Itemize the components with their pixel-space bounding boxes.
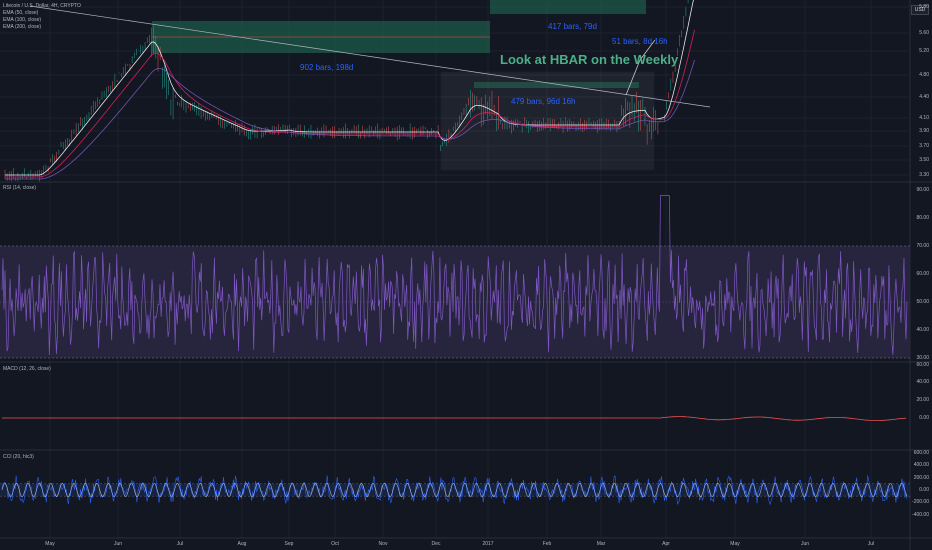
rsi-legend: RSI (14, close) bbox=[3, 185, 37, 191]
annotation-417-bars: 417 bars, 79d bbox=[548, 22, 597, 31]
price-tick-label: 3.30 bbox=[919, 172, 929, 178]
ema200-label: EMA (200, close) bbox=[3, 24, 42, 30]
x-tick-label: Jun bbox=[113, 541, 123, 547]
price-tick-label: 4.80 bbox=[919, 72, 929, 78]
cci-tick-label: 0.00 bbox=[919, 487, 929, 493]
price-tick-label: 5.20 bbox=[919, 48, 929, 54]
cci-tick-label: -400.00 bbox=[912, 511, 929, 518]
x-tick-label: Apr bbox=[662, 541, 670, 547]
macd-tick-label: 40.00 bbox=[916, 379, 929, 385]
cci-tick-label: 600.00 bbox=[913, 450, 929, 456]
cci-tick-label: 400.00 bbox=[913, 462, 929, 469]
rsi-tick-label: 70.00 bbox=[916, 243, 929, 249]
price-tick-label: 3.90 bbox=[919, 128, 929, 134]
price-legend: Litecoin / U.S. Dollar, 4H, CRYPTO EMA (… bbox=[3, 3, 81, 31]
x-tick-label: Mar bbox=[596, 541, 606, 547]
rsi-tick-label: 60.00 bbox=[916, 271, 929, 277]
x-tick-label: Sep bbox=[284, 541, 294, 547]
macd-tick-label: 60.00 bbox=[916, 362, 929, 368]
annotation-479-bars: 479 bars, 96d 16h bbox=[511, 97, 576, 106]
x-tick-label: Jun bbox=[800, 541, 810, 547]
rsi-tick-label: 40.00 bbox=[916, 327, 929, 333]
price-tick-label: 5.60 bbox=[919, 30, 929, 36]
macd-legend: MACD (12, 26, close) bbox=[3, 366, 51, 372]
x-tick-label: Oct bbox=[331, 541, 339, 547]
trading-chart[interactable] bbox=[0, 0, 932, 550]
x-tick-label: Jul bbox=[867, 541, 875, 547]
annotation-51-bars: 51 bars, 8d 16h bbox=[612, 37, 668, 46]
rsi-tick-label: 50.00 bbox=[916, 299, 929, 305]
range-box bbox=[440, 71, 655, 171]
symbol-title: Litecoin / U.S. Dollar, 4H, CRYPTO bbox=[3, 3, 81, 9]
macd-tick-label: 20.00 bbox=[916, 397, 929, 403]
rsi-tick-label: 30.00 bbox=[916, 355, 929, 361]
cci-tick-label: 200.00 bbox=[913, 474, 929, 481]
price-tick-label: 4.10 bbox=[919, 115, 929, 121]
x-tick-label: Feb bbox=[542, 541, 552, 547]
price-tick-label: 3.70 bbox=[919, 143, 929, 149]
macd-tick-label: 0.00 bbox=[919, 415, 929, 421]
price-tick-label: 4.40 bbox=[919, 94, 929, 100]
price-tick-label: 5.80 bbox=[919, 4, 929, 10]
annotation-902-bars: 902 bars, 198d bbox=[300, 63, 354, 72]
x-tick-label: May bbox=[45, 541, 55, 547]
x-tick-label: Aug bbox=[237, 541, 247, 547]
rsi-tick-label: 80.00 bbox=[916, 215, 929, 221]
x-tick-label: Nov bbox=[378, 541, 388, 547]
rsi-tick-label: 90.00 bbox=[916, 187, 929, 193]
cci-tick-label: -200.00 bbox=[912, 499, 929, 506]
annotation-hbar-note: Look at HBAR on the Weekly bbox=[500, 52, 679, 67]
price-tick-label: 3.50 bbox=[919, 157, 929, 163]
x-tick-label: May bbox=[730, 541, 740, 547]
x-tick-label: 2017 bbox=[482, 541, 494, 547]
cci-legend: CCI (20, hlc3) bbox=[3, 454, 34, 460]
ema50-label: EMA (50, close) bbox=[3, 10, 39, 16]
ema100-label: EMA (100, close) bbox=[3, 17, 42, 23]
rsi-band bbox=[0, 246, 910, 358]
upper-zone bbox=[490, 0, 646, 14]
x-tick-label: Jul bbox=[176, 541, 184, 547]
x-tick-label: Dec bbox=[431, 541, 441, 547]
